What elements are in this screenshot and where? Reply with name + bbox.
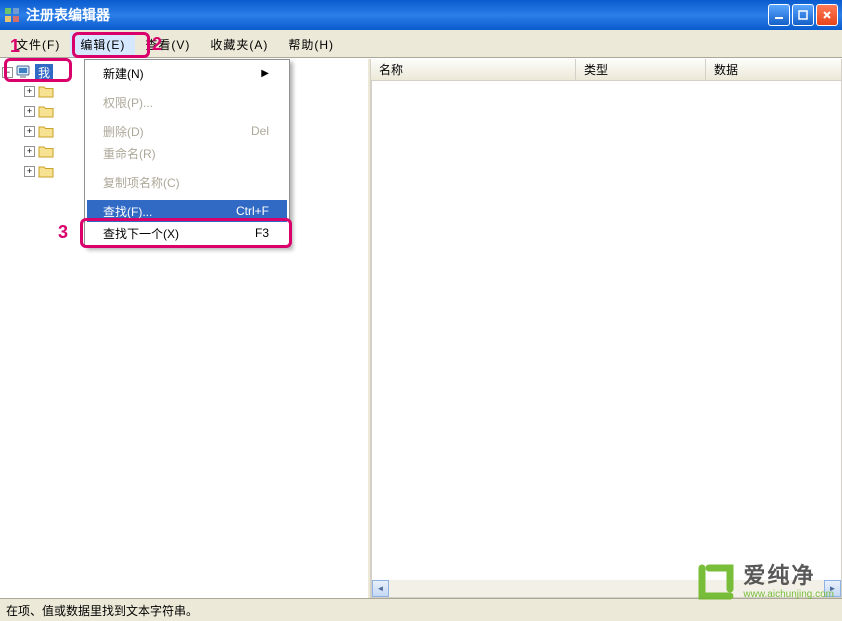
folder-icon (38, 85, 54, 98)
menu-item[interactable]: 查找(F)... Ctrl+F (87, 200, 287, 222)
app-icon (4, 7, 20, 23)
menu-item-label: 复制项名称(C) (103, 174, 180, 191)
menu-item-label: 权限(P)... (103, 94, 153, 111)
watermark-logo (695, 561, 737, 603)
status-text: 在项、值或数据里找到文本字符串。 (6, 602, 198, 619)
menu-item-label: 查找下一个(X) (103, 225, 179, 242)
watermark-brand-cn: 爱纯净 (743, 564, 834, 588)
list-header: 名称 类型 数据 (371, 59, 842, 81)
watermark-text: 爱纯净 www.aichunjing.com (743, 564, 834, 599)
menu-item-label: 重命名(R) (103, 145, 156, 162)
menu-item-label: 查找(F)... (103, 203, 152, 220)
menu-shortcut: Del (251, 124, 269, 138)
expand-icon[interactable]: + (24, 146, 35, 157)
collapse-icon[interactable]: − (2, 67, 13, 78)
menu-separator (89, 116, 285, 117)
list-pane: 名称 类型 数据 ◄ ► (370, 59, 842, 598)
menu-item: 复制项名称(C) (87, 171, 287, 193)
close-button[interactable] (816, 4, 838, 26)
body: − 我 + + + + + 新建(N) ▶ 权限(P)... 删除(D) Del 重命名(… (0, 58, 842, 598)
watermark: 爱纯净 www.aichunjing.com (695, 561, 834, 603)
expand-icon[interactable]: + (24, 106, 35, 117)
menu-file[interactable]: 文件(F) (6, 32, 70, 57)
expand-icon[interactable]: + (24, 86, 35, 97)
menu-separator (89, 87, 285, 88)
menu-item-label: 新建(N) (103, 65, 144, 82)
folder-icon (38, 165, 54, 178)
edit-menu-dropdown: 新建(N) ▶ 权限(P)... 删除(D) Del 重命名(R) 复制项名称(C) 查找(F… (84, 59, 290, 247)
titlebar: 注册表编辑器 (0, 0, 842, 30)
window-buttons (768, 4, 838, 26)
tree-root-label: 我 (35, 64, 53, 81)
menu-shortcut: Ctrl+F (236, 204, 269, 218)
menu-help[interactable]: 帮助(H) (278, 32, 344, 57)
watermark-brand-en: www.aichunjing.com (743, 589, 834, 600)
menu-edit[interactable]: 编辑(E) (70, 32, 135, 57)
scroll-left-button[interactable]: ◄ (372, 580, 389, 597)
maximize-button[interactable] (792, 4, 814, 26)
computer-icon (16, 65, 32, 79)
menu-item[interactable]: 查找下一个(X) F3 (87, 222, 287, 244)
column-type[interactable]: 类型 (576, 59, 706, 80)
list-body: ◄ ► (371, 81, 842, 598)
column-data[interactable]: 数据 (706, 59, 842, 80)
menubar: 文件(F) 编辑(E) 查看(V) 收藏夹(A) 帮助(H) (0, 30, 842, 58)
column-name[interactable]: 名称 (371, 59, 576, 80)
minimize-button[interactable] (768, 4, 790, 26)
menu-item: 重命名(R) (87, 142, 287, 164)
folder-icon (38, 145, 54, 158)
tree-pane: − 我 + + + + + 新建(N) ▶ 权限(P)... 删除(D) Del 重命名(… (0, 59, 370, 598)
folder-icon (38, 125, 54, 138)
expand-icon[interactable]: + (24, 126, 35, 137)
menu-favorites[interactable]: 收藏夹(A) (200, 32, 278, 57)
menu-item[interactable]: 新建(N) ▶ (87, 62, 287, 84)
folder-icon (38, 105, 54, 118)
menu-separator (89, 196, 285, 197)
menu-view[interactable]: 查看(V) (135, 32, 200, 57)
menu-item-label: 删除(D) (103, 123, 144, 140)
window-title: 注册表编辑器 (26, 5, 768, 25)
submenu-arrow-icon: ▶ (261, 68, 269, 79)
menu-item: 权限(P)... (87, 91, 287, 113)
menu-shortcut: F3 (255, 226, 269, 240)
expand-icon[interactable]: + (24, 166, 35, 177)
menu-item: 删除(D) Del (87, 120, 287, 142)
menu-separator (89, 167, 285, 168)
